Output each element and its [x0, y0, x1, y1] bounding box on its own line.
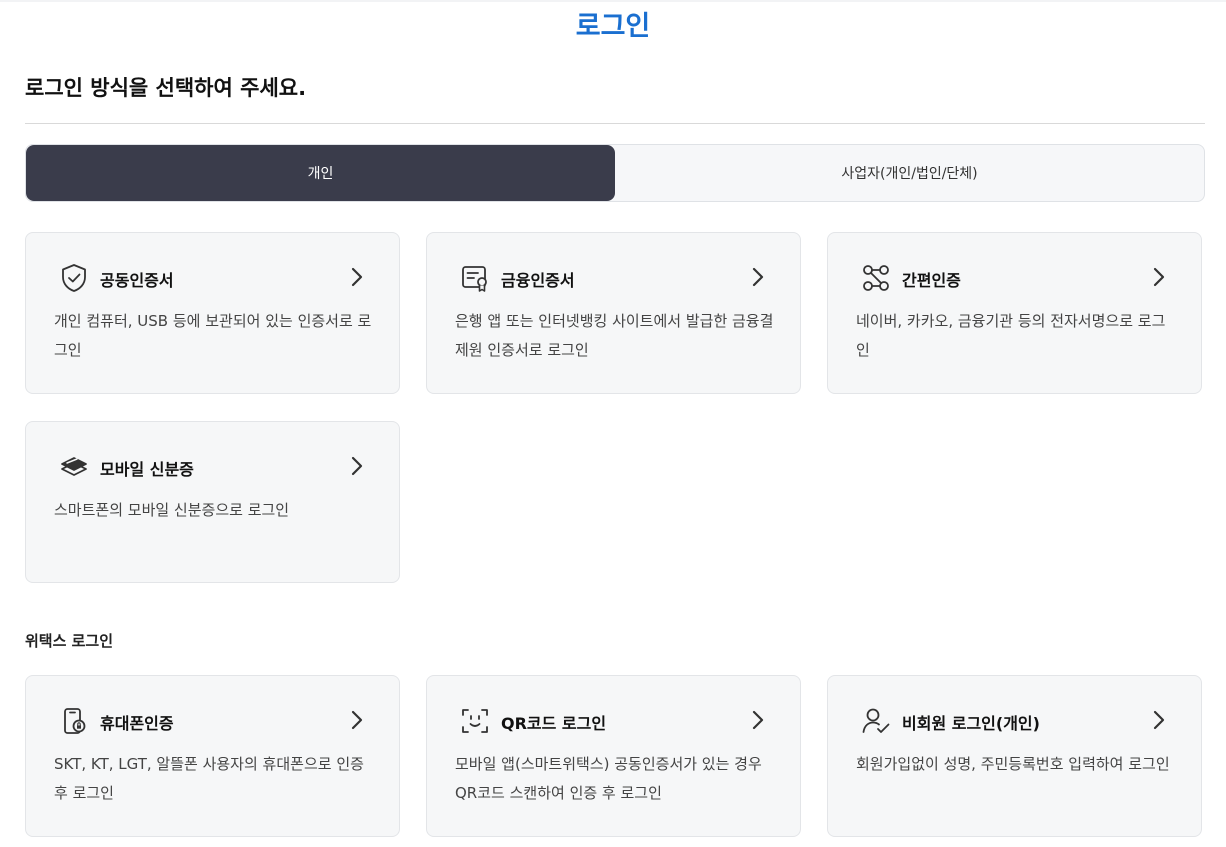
chevron-right-icon — [750, 265, 766, 289]
card-simple-auth[interactable]: 간편인증 네이버, 카카오, 금융기관 등의 전자서명으로 로그인 — [827, 232, 1202, 394]
tab-business[interactable]: 사업자(개인/법인/단체) — [615, 145, 1204, 201]
page-title: 로그인 — [575, 11, 651, 42]
login-type-tabs: 개인 사업자(개인/법인/단체) — [25, 144, 1205, 202]
card-description: 스마트폰의 모바일 신분증으로 로그인 — [54, 501, 290, 519]
card-description: 회원가입없이 성명, 주민등록번호 입력하여 로그인 — [856, 755, 1170, 773]
card-title: 간편인증 — [902, 271, 961, 290]
card-title: 금융인증서 — [501, 271, 575, 290]
card-title: 휴대폰인증 — [100, 714, 174, 733]
card-title: 공동인증서 — [100, 271, 174, 290]
card-title: 모바일 신분증 — [100, 460, 194, 479]
card-joint-certificate[interactable]: 공동인증서 개인 컴퓨터, USB 등에 보관되어 있는 인증서로 로그인 — [25, 232, 400, 394]
section-label-wetax: 위택스 로그인 — [25, 632, 114, 650]
top-border — [0, 0, 1226, 2]
chevron-right-icon — [1151, 708, 1167, 732]
card-description: 은행 앱 또는 인터넷뱅킹 사이트에서 발급한 금융결제원 인증서로 로그인 — [455, 312, 774, 359]
tab-personal[interactable]: 개인 — [26, 145, 615, 201]
non-member-icon — [861, 706, 891, 736]
chevron-right-icon — [349, 265, 365, 289]
card-mobile-id[interactable]: 모바일 신분증 스마트폰의 모바일 신분증으로 로그인 — [25, 421, 400, 583]
card-description: 네이버, 카카오, 금융기관 등의 전자서명으로 로그인 — [856, 312, 1166, 359]
card-description: SKT, KT, LGT, 알뜰폰 사용자의 휴대폰으로 인증 후 로그인 — [54, 755, 364, 802]
card-non-member-login[interactable]: 비회원 로그인(개인) 회원가입없이 성명, 주민등록번호 입력하여 로그인 — [827, 675, 1202, 837]
simple-auth-icon — [861, 263, 891, 293]
chevron-right-icon — [750, 708, 766, 732]
page-subtitle: 로그인 방식을 선택하여 주세요. — [25, 76, 307, 100]
card-description: 개인 컴퓨터, USB 등에 보관되어 있는 인증서로 로그인 — [54, 312, 372, 359]
card-financial-certificate[interactable]: 금융인증서 은행 앱 또는 인터넷뱅킹 사이트에서 발급한 금융결제원 인증서로… — [426, 232, 801, 394]
divider — [25, 123, 1205, 124]
phone-auth-icon — [59, 706, 89, 736]
shield-check-icon — [59, 263, 89, 293]
card-title: 비회원 로그인(개인) — [902, 714, 1040, 733]
card-title: QR코드 로그인 — [501, 714, 607, 733]
card-phone-auth[interactable]: 휴대폰인증 SKT, KT, LGT, 알뜰폰 사용자의 휴대폰으로 인증 후 … — [25, 675, 400, 837]
mobile-id-icon — [59, 452, 89, 482]
chevron-right-icon — [349, 454, 365, 478]
chevron-right-icon — [349, 708, 365, 732]
card-qr-login[interactable]: QR코드 로그인 모바일 앱(스마트위택스) 공동인증서가 있는 경우 QR코드… — [426, 675, 801, 837]
card-description: 모바일 앱(스마트위택스) 공동인증서가 있는 경우 QR코드 스캔하여 인증 … — [455, 755, 762, 802]
chevron-right-icon — [1151, 265, 1167, 289]
certificate-icon — [460, 263, 490, 293]
qr-scan-icon — [460, 706, 490, 736]
